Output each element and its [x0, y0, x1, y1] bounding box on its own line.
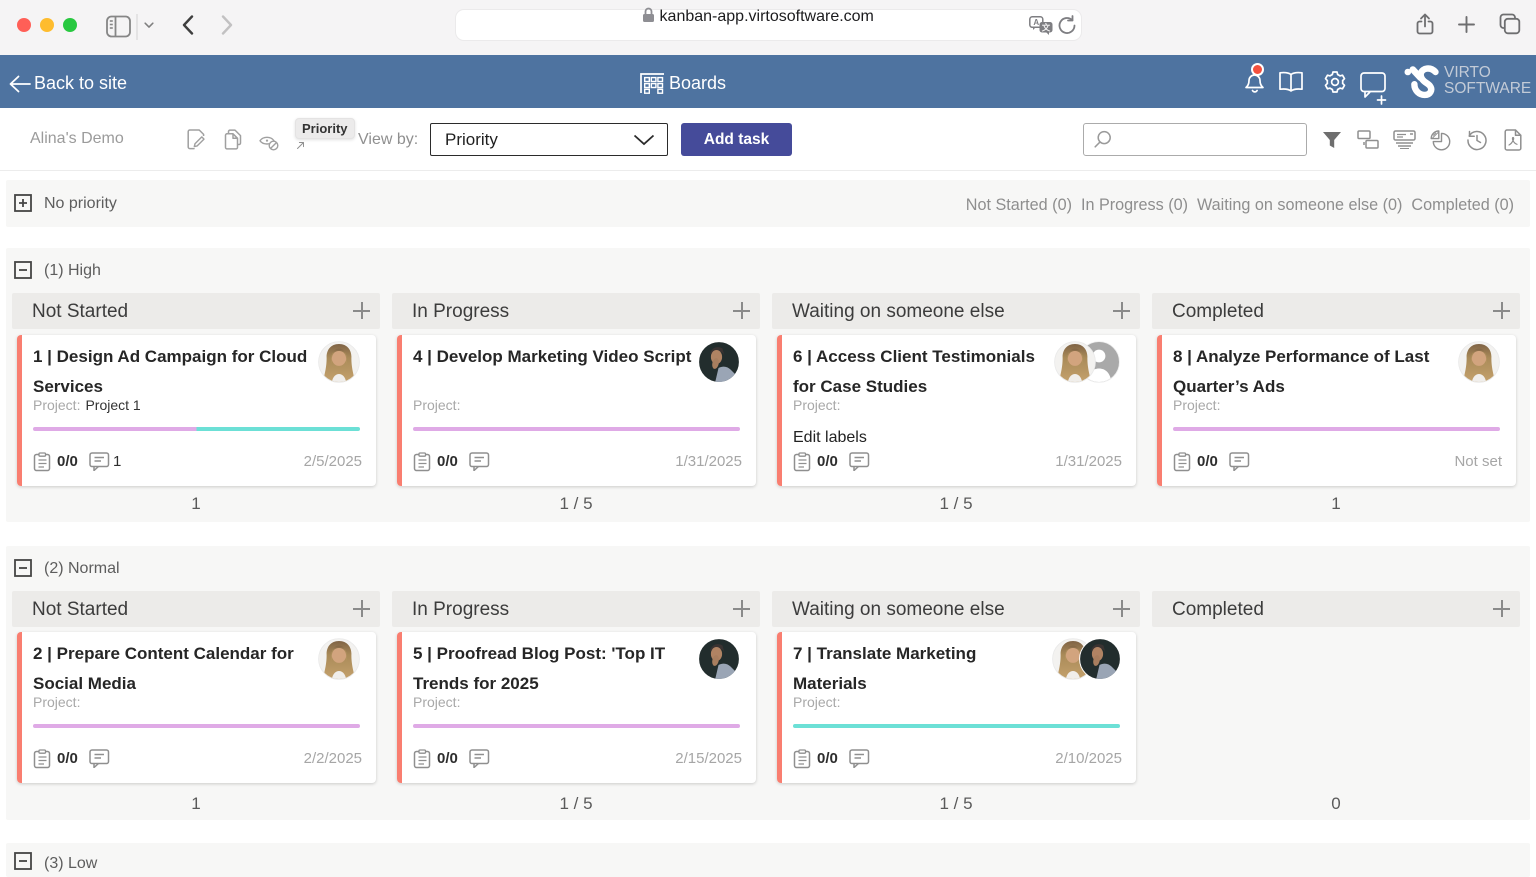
svg-text:文: 文: [1042, 23, 1051, 33]
svg-text:A: A: [1033, 18, 1039, 27]
